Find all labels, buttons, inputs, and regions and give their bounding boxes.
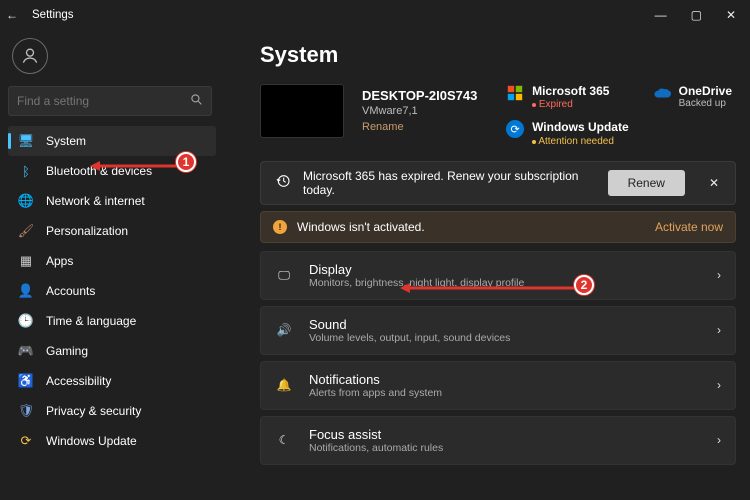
card-icon: 🖵 xyxy=(275,268,293,283)
chevron-right-icon: › xyxy=(717,433,721,447)
sidebar-item-label: Apps xyxy=(46,254,73,268)
chevron-right-icon: › xyxy=(717,323,721,337)
status-title: OneDrive xyxy=(679,84,732,98)
renew-button[interactable]: Renew xyxy=(608,170,685,196)
card-title: Notifications xyxy=(309,372,442,387)
sidebar-item-accounts[interactable]: 👤 Accounts xyxy=(8,276,216,306)
card-subtitle: Notifications, automatic rules xyxy=(309,442,443,454)
status-sub: Backed up xyxy=(679,98,732,109)
card-subtitle: Monitors, brightness, night light, displ… xyxy=(309,277,524,289)
sidebar-item-accessibility[interactable]: ♿ Accessibility xyxy=(8,366,216,396)
device-name: DESKTOP-2I0S743 xyxy=(362,88,477,103)
status-sub: Attention needed xyxy=(532,135,629,147)
onedrive-icon xyxy=(653,84,671,102)
device-info: DESKTOP-2I0S743 VMware7,1 Rename xyxy=(362,84,477,147)
person-icon xyxy=(20,46,40,66)
card-title: Sound xyxy=(309,317,510,332)
nav-icon: 👤 xyxy=(18,283,34,299)
card-notifications[interactable]: 🔔 NotificationsAlerts from apps and syste… xyxy=(260,361,736,410)
close-icon[interactable]: ✕ xyxy=(726,8,736,22)
card-icon: 🔊 xyxy=(275,323,293,337)
chevron-right-icon: › xyxy=(717,268,721,282)
nav-icon: ▦ xyxy=(18,253,34,269)
sidebar-item-system[interactable]: 🖥 System xyxy=(8,126,216,156)
warning-icon: ! xyxy=(273,220,287,234)
sidebar: 🖥 System ᛒ Bluetooth & devices 🌐 Network & in… xyxy=(0,30,222,500)
card-title: Display xyxy=(309,262,524,277)
maximize-icon[interactable]: ▢ xyxy=(691,8,702,22)
status-grid: Microsoft 365 Expired OneDrive Backed up… xyxy=(506,84,736,147)
card-display[interactable]: 🖵 DisplayMonitors, brightness, night ligh… xyxy=(260,251,736,300)
page-title: System xyxy=(260,42,736,68)
update-icon: ⟳ xyxy=(506,120,524,138)
device-model: VMware7,1 xyxy=(362,105,477,117)
card-subtitle: Volume levels, output, input, sound devi… xyxy=(309,332,510,344)
search-field[interactable] xyxy=(17,94,177,108)
sidebar-item-label: Privacy & security xyxy=(46,404,141,418)
sidebar-item-label: Personalization xyxy=(46,224,128,238)
m365-icon xyxy=(506,84,524,102)
nav-icon: ⟳ xyxy=(18,433,34,449)
sidebar-item-privacy-security[interactable]: 🛡 Privacy & security xyxy=(8,396,216,426)
sidebar-item-label: Network & internet xyxy=(46,194,145,208)
rename-link[interactable]: Rename xyxy=(362,121,477,133)
titlebar: ← Settings — ▢ ✕ xyxy=(0,0,750,30)
history-icon xyxy=(275,173,291,192)
nav-icon: 🌐 xyxy=(18,193,34,209)
device-hero: DESKTOP-2I0S743 VMware7,1 Rename Microso… xyxy=(260,84,736,147)
banner-text: Microsoft 365 has expired. Renew your su… xyxy=(303,169,596,197)
card-subtitle: Alerts from apps and system xyxy=(309,387,442,399)
sidebar-item-time-language[interactable]: 🕒 Time & language xyxy=(8,306,216,336)
sidebar-item-label: Accounts xyxy=(46,284,95,298)
minimize-icon[interactable]: — xyxy=(655,8,667,22)
sidebar-item-apps[interactable]: ▦ Apps xyxy=(8,246,216,276)
back-icon[interactable]: ← xyxy=(6,8,18,22)
sidebar-item-windows-update[interactable]: ⟳ Windows Update xyxy=(8,426,216,456)
main-content: System DESKTOP-2I0S743 VMware7,1 Rename … xyxy=(222,30,750,500)
sidebar-item-label: Gaming xyxy=(46,344,88,358)
nav-icon: 🕒 xyxy=(18,313,34,329)
avatar[interactable] xyxy=(12,38,48,74)
status-sub: Expired xyxy=(532,98,609,110)
status-title: Windows Update xyxy=(532,120,629,134)
activation-text: Windows isn't activated. xyxy=(297,220,425,234)
card-focus-assist[interactable]: ☾ Focus assistNotifications, automatic ru… xyxy=(260,416,736,465)
sidebar-item-network-internet[interactable]: 🌐 Network & internet xyxy=(8,186,216,216)
nav-icon: ᛒ xyxy=(18,164,34,179)
sidebar-item-label: Windows Update xyxy=(46,434,137,448)
sidebar-item-gaming[interactable]: 🎮 Gaming xyxy=(8,336,216,366)
sidebar-item-label: Accessibility xyxy=(46,374,111,388)
activation-banner: ! Windows isn't activated. Activate now xyxy=(260,211,736,243)
card-sound[interactable]: 🔊 SoundVolume levels, output, input, soun… xyxy=(260,306,736,355)
card-icon: 🔔 xyxy=(275,378,293,392)
m365-banner: Microsoft 365 has expired. Renew your su… xyxy=(260,161,736,205)
search-icon xyxy=(190,93,203,109)
card-title: Focus assist xyxy=(309,427,443,442)
search-input[interactable] xyxy=(8,86,212,116)
chevron-right-icon: › xyxy=(717,378,721,392)
sidebar-item-personalization[interactable]: 🖌 Personalization xyxy=(8,216,216,246)
status-m365[interactable]: Microsoft 365 Expired xyxy=(506,84,629,110)
nav-icon: ♿ xyxy=(18,373,34,389)
sidebar-item-label: Bluetooth & devices xyxy=(46,164,152,178)
status-onedrive[interactable]: OneDrive Backed up xyxy=(653,84,732,110)
window-controls: — ▢ ✕ xyxy=(647,8,744,22)
sidebar-item-label: System xyxy=(46,134,86,148)
sidebar-item-bluetooth-devices[interactable]: ᛒ Bluetooth & devices xyxy=(8,156,216,186)
card-icon: ☾ xyxy=(275,433,293,447)
app-title: Settings xyxy=(32,9,74,21)
activate-now-link[interactable]: Activate now xyxy=(655,220,723,234)
nav-icon: 🖌 xyxy=(18,223,34,239)
nav-icon: 🖥 xyxy=(18,133,34,149)
status-title: Microsoft 365 xyxy=(532,84,609,98)
banner-close-icon[interactable]: ✕ xyxy=(703,172,725,194)
nav-icon: 🎮 xyxy=(18,343,34,359)
sidebar-item-label: Time & language xyxy=(46,314,136,328)
device-thumbnail xyxy=(260,84,344,138)
status-windows-update[interactable]: ⟳ Windows Update Attention needed xyxy=(506,120,629,146)
nav-icon: 🛡 xyxy=(18,403,34,419)
